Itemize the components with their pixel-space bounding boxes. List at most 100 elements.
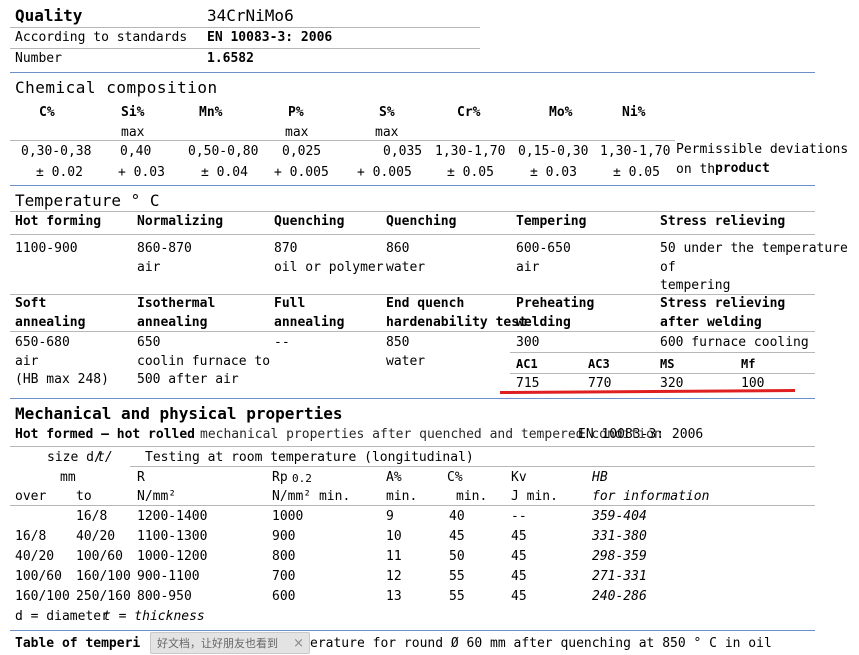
divider <box>10 48 480 49</box>
unit-a: min. <box>386 489 418 504</box>
temp-value: of <box>660 260 676 275</box>
mech-cell-c: 55 <box>449 589 465 604</box>
temp-header: Quenching <box>386 214 457 229</box>
temp-header: Stress relieving <box>660 296 786 311</box>
mech-cell-kv: -- <box>511 509 527 524</box>
chem-value: 0,40 <box>120 144 152 159</box>
mech-cell-hb: 298-359 <box>592 549 647 564</box>
mech-cell-c: 45 <box>449 529 465 544</box>
ac-value: 320 <box>660 376 684 391</box>
ac-label: MS <box>660 357 675 371</box>
temp-value: 850 <box>386 335 410 350</box>
chem-col: S% <box>379 105 395 120</box>
temp-header: annealing <box>15 315 86 330</box>
chem-col: Mo% <box>549 105 573 120</box>
chem-value: 0,15-0,30 <box>518 144 589 159</box>
temp-header: after welding <box>660 315 762 330</box>
col-rp-sub: 0.2 <box>292 472 312 485</box>
mm-label: mm <box>60 470 76 485</box>
section-divider <box>10 630 815 631</box>
chem-col: Si% <box>121 105 145 120</box>
mech-cell-r: 1200-1400 <box>137 509 208 524</box>
mech-standard: EN 10083-3: 2006 <box>578 427 704 442</box>
mech-cell-r: 800-950 <box>137 589 192 604</box>
temp-value: coolin furnace to <box>137 354 271 369</box>
number-label: Number <box>15 51 62 66</box>
col-hb: HB <box>592 470 608 485</box>
temp-value: 860 <box>386 241 410 256</box>
to-label: to <box>76 489 92 504</box>
temp-value: water <box>386 260 426 275</box>
footnote: d = diameter <box>15 609 109 624</box>
ac-label: AC3 <box>588 357 610 371</box>
divider <box>10 140 675 141</box>
temp-header: Tempering <box>516 214 587 229</box>
size-label: size d/ <box>47 450 102 465</box>
temp-header: Hot forming <box>15 214 102 229</box>
quality-label: Quality <box>15 6 83 25</box>
chem-col: Ni% <box>622 105 646 120</box>
col-kv: Kv <box>511 470 527 485</box>
mech-cell-hb: 271-331 <box>592 569 647 584</box>
col-rp: Rp <box>272 470 288 485</box>
divider <box>10 211 815 212</box>
divider <box>510 373 815 374</box>
section-divider <box>10 72 815 73</box>
divider <box>130 466 815 467</box>
close-icon[interactable]: × <box>293 633 304 655</box>
mech-cell-c: 55 <box>449 569 465 584</box>
mech-cell-a: 11 <box>386 549 402 564</box>
unit-hb: for information <box>592 489 710 504</box>
chem-note: product <box>715 161 770 176</box>
standard-value: EN 10083-3: 2006 <box>207 30 333 45</box>
red-underline <box>499 388 796 395</box>
divider <box>10 446 815 447</box>
tempering-title: Table of temperi <box>15 636 141 651</box>
quality-value: 34CrNiMo6 <box>207 6 294 25</box>
unit-rp: N/mm² min. <box>272 489 351 504</box>
temp-header: Normalizing <box>137 214 224 229</box>
temp-value: -- <box>274 335 290 350</box>
divider <box>510 352 815 353</box>
mech-cell-over: 40/20 <box>15 549 55 564</box>
unit-kv: J min. <box>511 489 558 504</box>
mech-cell-kv: 45 <box>511 549 527 564</box>
chem-value: 0,30-0,38 <box>21 144 92 159</box>
mech-cell-c: 50 <box>449 549 465 564</box>
unit-c: min. <box>456 489 488 504</box>
temp-header: annealing <box>274 315 345 330</box>
ac-value: 715 <box>516 376 540 391</box>
mech-subtitle: Hot formed – hot rolled <box>15 427 196 442</box>
mech-cell-a: 12 <box>386 569 402 584</box>
mech-cell-a: 13 <box>386 589 402 604</box>
mech-cell-hb: 331-380 <box>592 529 647 544</box>
standard-label: According to standards <box>15 30 188 45</box>
col-a: A% <box>386 470 402 485</box>
chem-col: Mn% <box>199 105 223 120</box>
divider <box>10 505 815 506</box>
size-label-t: t/ <box>97 450 113 465</box>
mech-cell-rp: 800 <box>272 549 296 564</box>
temp-header: Preheating <box>516 296 595 311</box>
temp-value: air <box>516 260 540 275</box>
temp-header: End quench <box>386 296 465 311</box>
mech-cell-to: 250/160 <box>76 589 131 604</box>
tempering-title-rest: erature for round Ø 60 mm after quenchin… <box>310 636 772 651</box>
mech-cell-hb: 359-404 <box>592 509 647 524</box>
temp-header: Full <box>274 296 306 311</box>
section-divider <box>10 185 815 186</box>
mech-cell-kv: 45 <box>511 589 527 604</box>
temp-value: 650 <box>137 335 161 350</box>
temp-header: Quenching <box>274 214 345 229</box>
temp-value: 50 under the temperature <box>660 241 848 256</box>
col-c: C% <box>447 470 463 485</box>
chem-deviation: + 0.005 <box>274 165 329 180</box>
chem-max: max <box>285 125 309 140</box>
toast-text: 好文档，让好朋友也看到 <box>157 637 278 650</box>
chem-value: 1,30-1,70 <box>600 144 671 159</box>
mech-cell-hb: 240-286 <box>592 589 647 604</box>
mech-cell-to: 100/60 <box>76 549 123 564</box>
mech-cell-r: 900-1100 <box>137 569 200 584</box>
chem-deviation: + 0.005 <box>357 165 412 180</box>
temp-value: air <box>137 260 161 275</box>
